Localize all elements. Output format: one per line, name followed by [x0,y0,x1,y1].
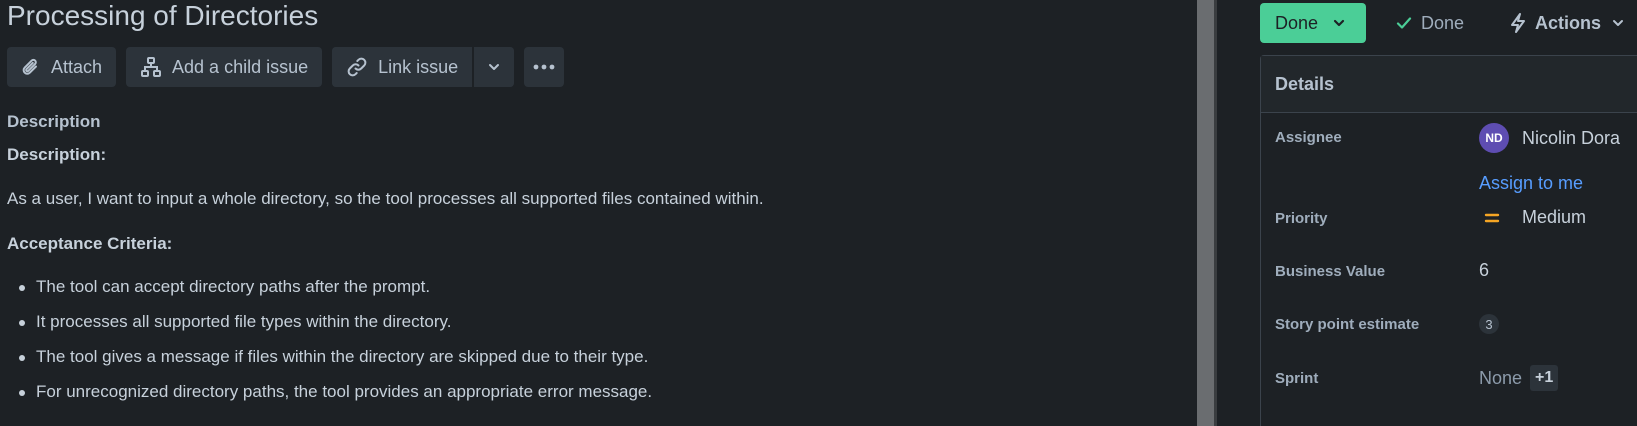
link-issue-button[interactable]: Link issue [332,47,473,87]
status-label: Done [1275,12,1319,33]
issue-toolbar: Attach Add a child issue Link issue [7,47,565,87]
link-icon [347,57,367,77]
attach-label: Attach [51,56,103,77]
link-issue-dropdown-button[interactable] [474,47,515,87]
priority-label: Priority [1275,210,1328,227]
details-heading-label: Details [1275,73,1335,94]
details-heading[interactable]: Details [1261,56,1637,113]
issue-title[interactable]: Processing of Directories [7,0,318,32]
link-issue-label: Link issue [378,56,459,77]
description-section-label: Description [7,112,101,131]
link-issue-split-button: Link issue [332,47,515,87]
bullet [19,390,25,396]
story-point-estimate-field[interactable]: 3 [1479,314,1499,334]
assignee-field[interactable]: ND Nicolin Dora [1479,123,1620,153]
priority-value: Medium [1522,207,1587,227]
lightning-icon [1511,13,1526,33]
business-value-field[interactable]: 6 [1479,260,1489,281]
criterion-text: For unrecognized directory paths, the to… [36,382,653,401]
panel-resize-handle[interactable] [1197,0,1217,426]
status-row: Done Done Actions [1260,3,1625,43]
status-dropdown-button[interactable]: Done [1260,3,1366,43]
criterion-text: The tool can accept directory paths afte… [36,277,431,296]
assign-to-me-link[interactable]: Assign to me [1479,173,1583,194]
details-panel: Details Assignee ND Nicolin Dora Assign … [1260,55,1637,426]
list-item: The tool can accept directory paths afte… [17,276,652,311]
bullet [19,355,25,361]
issue-view: Processing of Directories Attach Add a c… [0,0,1637,426]
actions-button[interactable]: Actions [1509,12,1625,34]
business-value-label: Business Value [1275,263,1386,280]
resolution-indicator: Done [1395,13,1464,34]
chevron-down-icon [1613,20,1624,26]
priority-medium-icon [1484,213,1500,222]
hierarchy-icon [141,57,162,77]
acceptance-criteria-list: The tool can accept directory paths afte… [17,276,652,416]
more-actions-button[interactable] [524,47,565,87]
resolution-label: Done [1421,12,1465,33]
issue-main-panel: Processing of Directories Attach Add a c… [0,0,1197,426]
attach-button[interactable]: Attach [7,47,117,87]
sprint-label: Sprint [1275,370,1319,387]
add-child-issue-label: Add a child issue [172,56,309,77]
sprint-value: None [1479,367,1523,388]
check-icon [1396,17,1412,29]
list-item: The tool gives a message if files within… [17,346,652,381]
acceptance-criteria-heading: Acceptance Criteria: [7,234,173,253]
add-child-issue-button[interactable]: Add a child issue [126,47,323,87]
description-heading: Description: [7,145,107,164]
business-value: 6 [1479,260,1490,280]
bullet [19,320,25,326]
chevron-down-icon [1333,19,1345,27]
avatar: ND [1479,123,1509,153]
description-text: As a user, I want to input a whole direc… [7,189,764,208]
paperclip-icon [22,58,37,75]
list-item: It processes all supported file types wi… [17,311,652,346]
criterion-text: The tool gives a message if files within… [36,347,649,366]
story-point-estimate-label: Story point estimate [1275,316,1420,333]
issue-side-panel: Done Done Actions Details Assignee ND Ni… [1217,0,1637,426]
chevron-down-icon [489,64,500,70]
priority-field[interactable]: Medium [1479,207,1586,228]
story-points-badge: 3 [1479,314,1499,334]
sprint-field[interactable]: None +1 [1479,365,1559,391]
assignee-name: Nicolin Dora [1522,127,1621,148]
bullet [19,285,25,291]
actions-label: Actions [1535,12,1602,33]
sprint-more-badge[interactable]: +1 [1530,365,1559,391]
criterion-text: It processes all supported file types wi… [36,312,452,331]
list-item: For unrecognized directory paths, the to… [17,381,652,416]
more-icon [533,64,555,70]
assignee-label: Assignee [1275,129,1342,146]
